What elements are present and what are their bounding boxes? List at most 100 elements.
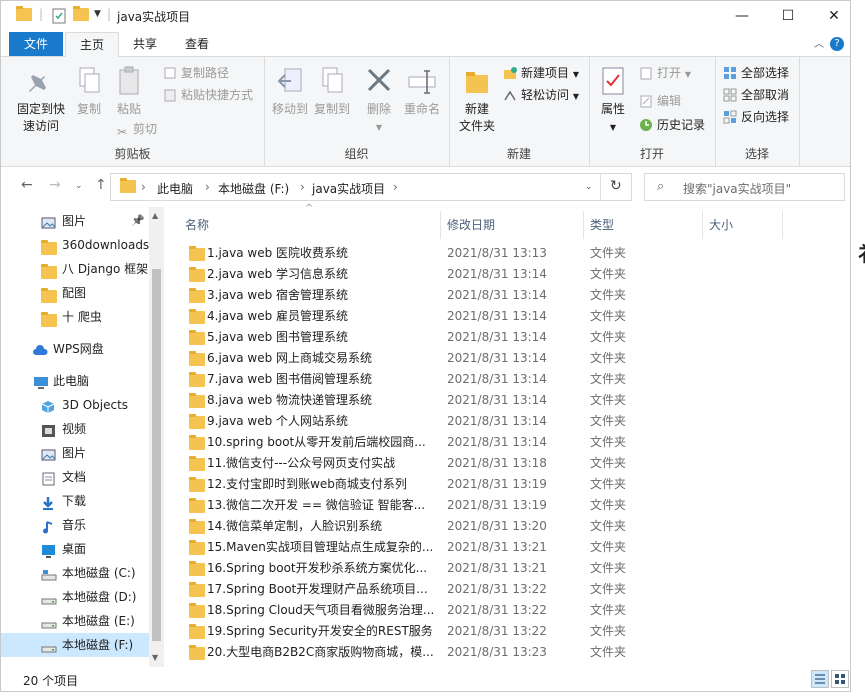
copy-button[interactable]: 复制 [71,65,107,118]
scroll-up-icon[interactable]: ▲ [152,211,158,220]
nav-item[interactable]: 3D Objects [1,393,149,417]
file-row[interactable]: 11.微信支付---公众号网页支付实战 2021/8/31 13:18 文件夹 [183,453,783,474]
file-row[interactable]: 16.Spring boot开发秒杀系统方案优化... 2021/8/31 13:… [183,558,783,579]
ribbon-collapse-icon[interactable]: ︿ [814,35,824,50]
nav-item[interactable]: WPS网盘 [1,337,149,361]
minimize-button[interactable]: — [719,1,765,32]
file-row[interactable]: 4.java web 雇员管理系统 2021/8/31 13:14 文件夹 [183,306,783,327]
delete-button[interactable]: 删除 ▼ [362,65,396,136]
column-header-name[interactable]: 名称 [185,214,209,236]
nav-item[interactable]: 本地磁盘 (C:) [1,561,149,585]
file-row[interactable]: 8.java web 物流快递管理系统 2021/8/31 13:14 文件夹 [183,390,783,411]
file-row[interactable]: 13.微信二次开发 == 微信验证 智能客... 2021/8/31 13:19 文… [183,495,783,516]
properties-button[interactable]: 属性 ▼ [595,65,631,136]
recent-locations-chevron-icon[interactable]: ⌄ [75,181,83,191]
nav-item[interactable]: 下载 [1,489,149,513]
new-item-button[interactable]: 新建项目 ▼ [503,63,579,83]
file-row[interactable]: 15.Maven实战项目管理站点生成复杂的... 2021/8/31 13:21 文… [183,537,783,558]
cut-button[interactable]: ✂ 剪切 [115,119,157,139]
back-arrow-icon[interactable]: ← [21,177,33,193]
delete-dropdown-icon[interactable]: ▼ [376,123,382,132]
select-none-button[interactable]: 全部取消 [723,85,789,105]
crumb-current-folder[interactable]: java实战项目 [312,180,385,197]
refresh-icon[interactable]: ↻ [610,178,622,194]
open-button[interactable]: 打开 ▼ [639,63,691,83]
file-row[interactable]: 10.spring boot从零开发前后端校园商... 2021/8/31 13:… [183,432,783,453]
nav-item[interactable]: 桌面 [1,537,149,561]
address-dropdown-icon[interactable]: ⌄ [585,182,593,192]
crumb-separator-icon[interactable]: › [393,180,398,194]
file-row[interactable]: 2.java web 学习信息系统 2021/8/31 13:14 文件夹 [183,264,783,285]
crumb-separator-icon[interactable]: › [141,180,146,194]
nav-item[interactable]: 八 Django 框架 [1,257,149,281]
column-divider[interactable] [583,211,584,239]
crumb-separator-icon[interactable]: › [300,180,305,194]
file-row[interactable]: 12.支付宝即时到账web商城支付系列 2021/8/31 13:19 文件夹 [183,474,783,495]
close-button[interactable]: ✕ [811,1,850,32]
move-to-button[interactable]: 移动到 [270,65,310,118]
tab-share[interactable]: 共享 [123,32,167,56]
properties-dropdown-icon[interactable]: ▼ [610,123,616,132]
scroll-down-icon[interactable]: ▼ [152,653,158,662]
tab-view[interactable]: 查看 [175,32,219,56]
file-row[interactable]: 6.java web 网上商城交易系统 2021/8/31 13:14 文件夹 [183,348,783,369]
invert-selection-button[interactable]: 反向选择 [723,107,789,127]
nav-item[interactable]: 本地磁盘 (E:) [1,609,149,633]
column-header-date[interactable]: 修改日期 [447,214,495,236]
properties-qa-icon[interactable] [51,8,67,24]
paste-shortcut-button[interactable]: 粘贴快捷方式 [163,85,253,105]
nav-item[interactable]: 十 爬虫 [1,305,149,329]
rename-button[interactable]: 重命名 [402,65,442,118]
crumb-this-pc[interactable]: 此电脑 [157,180,193,197]
file-row[interactable]: 5.java web 图书管理系统 2021/8/31 13:14 文件夹 [183,327,783,348]
easy-access-button[interactable]: 轻松访问 ▼ [503,85,579,105]
column-divider[interactable] [440,211,441,239]
nav-item[interactable]: 此电脑 [1,369,149,393]
column-divider[interactable] [782,211,783,239]
file-row[interactable]: 9.java web 个人网站系统 2021/8/31 13:14 文件夹 [183,411,783,432]
nav-item[interactable]: 图片 [1,441,149,465]
nav-item[interactable]: 音乐 [1,513,149,537]
history-button[interactable]: 历史记录 [639,115,705,135]
pin-quick-access-button[interactable]: 固定到快 速访问 [13,65,69,135]
maximize-button[interactable]: ☐ [765,1,811,32]
crumb-separator-icon[interactable]: › [205,180,210,194]
file-row[interactable]: 19.Spring Security开发安全的REST服务 2021/8/31 1… [183,621,783,642]
file-row[interactable]: 3.java web 宿舍管理系统 2021/8/31 13:14 文件夹 [183,285,783,306]
new-folder-qa-icon[interactable] [73,6,89,24]
file-row[interactable]: 1.java web 医院收费系统 2021/8/31 13:13 文件夹 [183,243,783,264]
details-view-button[interactable] [811,670,829,688]
file-row[interactable]: 14.微信菜单定制，人脸识别系统 2021/8/31 13:20 文件夹 [183,516,783,537]
crumb-drive-f[interactable]: 本地磁盘 (F:) [218,180,289,197]
column-header-size[interactable]: 大小 [709,214,733,236]
nav-item[interactable]: 视频 [1,417,149,441]
nav-item[interactable]: 本地磁盘 (D:) [1,585,149,609]
nav-item[interactable]: 图片 📌 [1,209,149,233]
address-bar[interactable]: › 此电脑 › 本地磁盘 (F:) › java实战项目 › ⌄ ↻ [110,173,632,201]
forward-arrow-icon[interactable]: → [49,177,61,193]
select-all-button[interactable]: 全部选择 [723,63,789,83]
column-divider[interactable] [702,211,703,239]
nav-pane-scroll-thumb[interactable] [152,269,161,641]
tab-home[interactable]: 主页 [65,32,119,58]
file-row[interactable]: 17.Spring Boot开发理财产品系统项目... 2021/8/31 13:… [183,579,783,600]
up-arrow-icon[interactable]: ↑ [95,177,107,193]
nav-item[interactable]: 文档 [1,465,149,489]
file-row[interactable]: 18.Spring Cloud天气项目看微服务治理... 2021/8/31 13… [183,600,783,621]
nav-item[interactable]: 本地磁盘 (F:) [1,633,149,657]
search-box[interactable]: ⌕ 搜索"java实战项目" [644,173,845,201]
nav-pane-scrollbar[interactable]: ▲ ▼ [149,207,164,667]
copy-to-button[interactable]: 复制到 [312,65,352,118]
paste-button[interactable]: 粘贴 [111,65,147,118]
new-folder-button[interactable]: 新建 文件夹 [455,65,499,135]
qa-customize-icon[interactable]: ▼ [94,9,101,19]
file-row[interactable]: 7.java web 图书借阅管理系统 2021/8/31 13:14 文件夹 [183,369,783,390]
help-icon[interactable]: ? [830,37,844,51]
copy-path-button[interactable]: 复制路径 [163,63,229,83]
edit-button[interactable]: 编辑 [639,91,681,111]
nav-item[interactable]: 360downloads [1,233,149,257]
tab-file[interactable]: 文件 [9,32,63,56]
column-header-type[interactable]: 类型 [590,214,614,236]
nav-item[interactable]: 配图 [1,281,149,305]
large-icons-view-button[interactable] [831,670,849,688]
